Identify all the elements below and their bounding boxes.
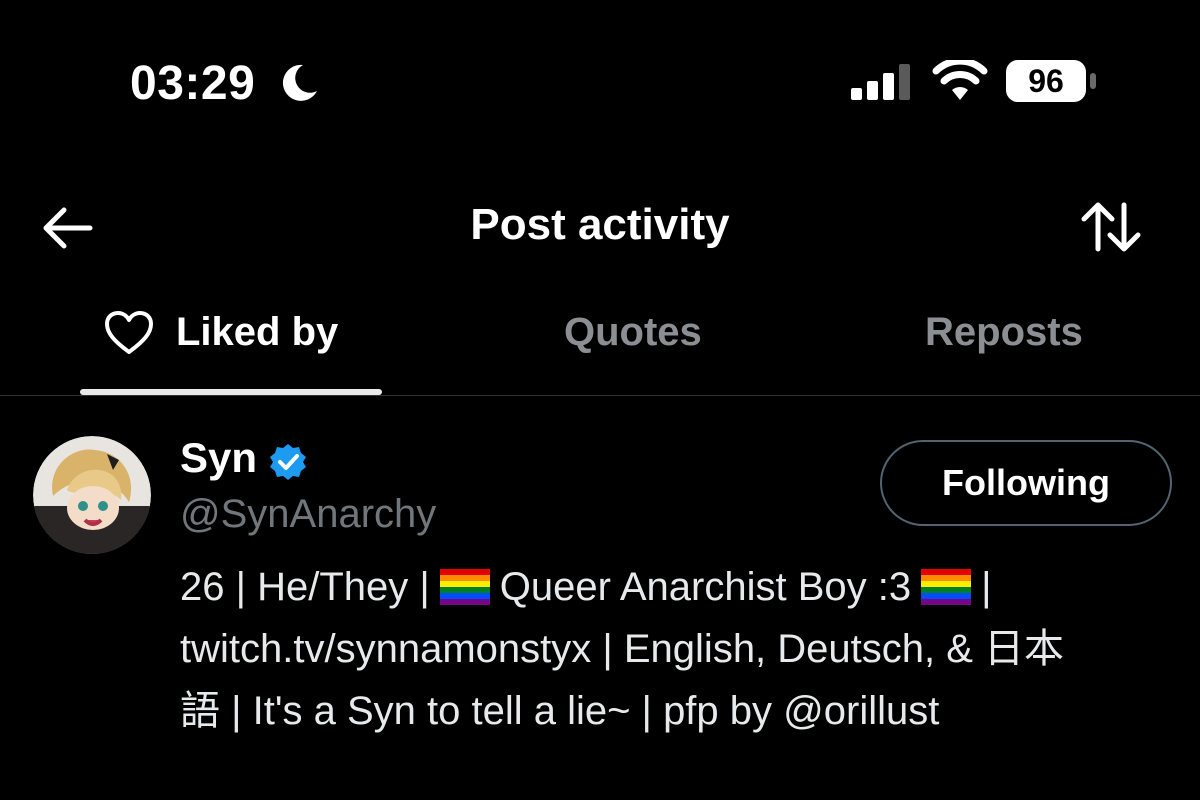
tab-liked-by-label: Liked by — [176, 310, 339, 354]
moon-icon — [282, 64, 317, 101]
tab-liked-by[interactable]: Liked by — [104, 310, 338, 355]
tab-reposts[interactable]: Reposts — [925, 310, 1083, 355]
wifi-icon — [932, 60, 988, 100]
bio-text: Queer Anarchist Boy :3 — [499, 565, 912, 609]
rainbow-flag-icon — [439, 569, 490, 605]
tabs-divider — [0, 395, 1200, 396]
cellular-signal-icon — [851, 64, 910, 100]
rainbow-flag-icon — [921, 569, 972, 605]
battery-percentage: 96 — [1028, 63, 1064, 99]
tab-quotes[interactable]: Quotes — [564, 310, 702, 355]
user-name[interactable]: Syn — [180, 434, 257, 482]
bio-line: twitch.tv/synnamonstyx | English, Deutsc… — [180, 627, 1065, 671]
heart-icon — [105, 310, 153, 354]
following-button[interactable]: Following — [880, 440, 1172, 526]
user-handle[interactable]: @SynAnarchy — [180, 492, 436, 537]
avatar[interactable] — [33, 436, 151, 554]
bio-text: | — [981, 565, 992, 609]
bio-line: 26 | He/They | Queer Anarchist Boy :3 | — [180, 556, 1180, 618]
bio-text: 26 | He/They | — [180, 565, 430, 609]
sort-arrows-icon[interactable] — [1080, 201, 1142, 253]
status-time: 03:29 — [130, 57, 256, 110]
bio-line: 語 | It's a Syn to tell a lie~ | pfp by @… — [180, 689, 940, 733]
page-title: Post activity — [470, 200, 730, 249]
user-bio: 26 | He/They | Queer Anarchist Boy :3 | … — [180, 556, 1180, 742]
verified-badge-icon — [270, 444, 306, 480]
